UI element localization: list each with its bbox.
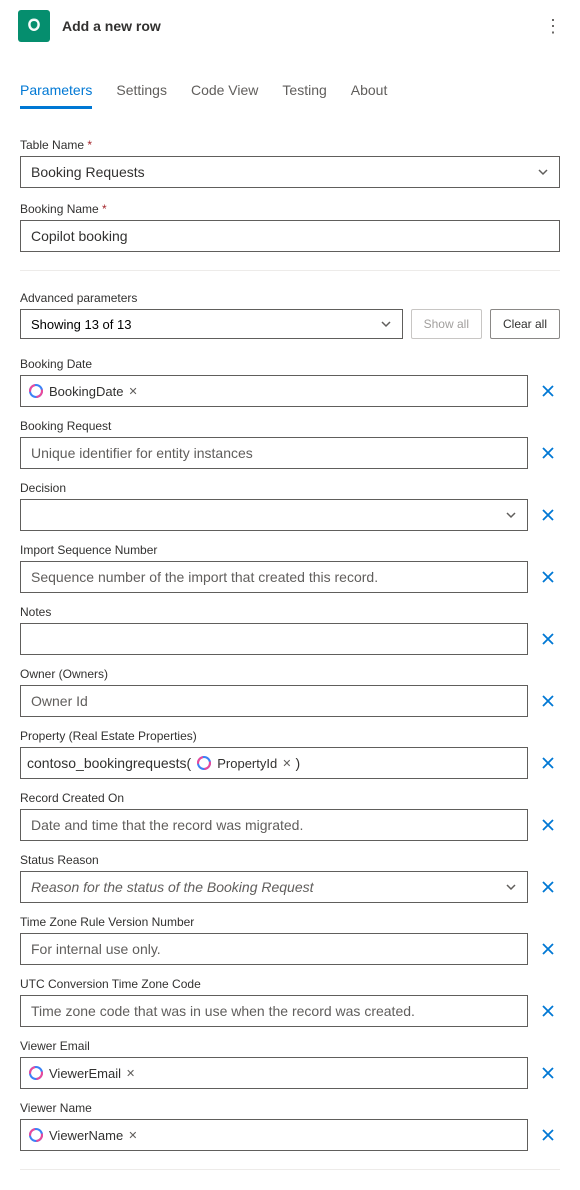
clear-all-button[interactable]: Clear all xyxy=(490,309,560,339)
param-import-seq: Import Sequence Number xyxy=(20,543,560,593)
record-created-input[interactable] xyxy=(20,809,528,841)
viewer-email-input[interactable]: ViewerEmail ✕ xyxy=(20,1057,528,1089)
copilot-token-icon xyxy=(195,754,213,772)
property-token[interactable]: PropertyId ✕ xyxy=(195,754,291,772)
utc-conv-label: UTC Conversion Time Zone Code xyxy=(20,977,560,991)
remove-param-icon[interactable] xyxy=(536,1123,560,1147)
divider xyxy=(20,270,560,271)
booking-date-label: Booking Date xyxy=(20,357,560,371)
booking-request-label: Booking Request xyxy=(20,419,560,433)
param-tz-rule: Time Zone Rule Version Number xyxy=(20,915,560,965)
advanced-left: Advanced parameters Showing 13 of 13 xyxy=(20,291,403,339)
booking-date-token-text: BookingDate xyxy=(49,384,123,399)
param-viewer-email: Viewer Email ViewerEmail ✕ xyxy=(20,1039,560,1089)
remove-param-icon[interactable] xyxy=(536,1061,560,1085)
remove-param-icon[interactable] xyxy=(536,379,560,403)
param-owner: Owner (Owners) xyxy=(20,667,560,717)
remove-param-icon[interactable] xyxy=(536,441,560,465)
dataverse-icon xyxy=(18,10,50,42)
show-all-button[interactable]: Show all xyxy=(411,309,482,339)
import-seq-label: Import Sequence Number xyxy=(20,543,560,557)
viewer-email-label: Viewer Email xyxy=(20,1039,560,1053)
tab-testing[interactable]: Testing xyxy=(282,76,326,109)
decision-label: Decision xyxy=(20,481,560,495)
copilot-token-icon xyxy=(27,382,45,400)
action-title: Add a new row xyxy=(62,18,161,34)
notes-input[interactable] xyxy=(20,623,528,655)
decision-select[interactable] xyxy=(20,499,528,531)
remove-param-icon[interactable] xyxy=(536,503,560,527)
advanced-title: Advanced parameters xyxy=(20,291,403,305)
property-input[interactable]: contoso_bookingrequests( PropertyId ✕ ) xyxy=(20,747,528,779)
remove-param-icon[interactable] xyxy=(536,565,560,589)
tz-rule-label: Time Zone Rule Version Number xyxy=(20,915,560,929)
param-decision: Decision xyxy=(20,481,560,531)
remove-param-icon[interactable] xyxy=(536,999,560,1023)
advanced-showing-select[interactable]: Showing 13 of 13 xyxy=(20,309,403,339)
tab-settings[interactable]: Settings xyxy=(116,76,167,109)
remove-param-icon[interactable] xyxy=(536,937,560,961)
action-header: Add a new row ⋮ xyxy=(0,0,580,52)
property-token-text: PropertyId xyxy=(217,756,277,771)
property-suffix: ) xyxy=(295,755,300,771)
viewer-name-token-text: ViewerName xyxy=(49,1128,123,1143)
more-menu-icon[interactable]: ⋮ xyxy=(544,16,562,37)
tab-parameters[interactable]: Parameters xyxy=(20,76,92,109)
tab-bar: Parameters Settings Code View Testing Ab… xyxy=(0,76,580,110)
import-seq-input[interactable] xyxy=(20,561,528,593)
owner-input[interactable] xyxy=(20,685,528,717)
panel-content: Table Name Booking Requests Booking Name… xyxy=(0,110,580,1170)
field-table-name: Table Name Booking Requests xyxy=(20,138,560,188)
param-utc-conv: UTC Conversion Time Zone Code xyxy=(20,977,560,1027)
remove-param-icon[interactable] xyxy=(536,627,560,651)
param-booking-date: Booking Date BookingDate ✕ xyxy=(20,357,560,407)
param-notes: Notes xyxy=(20,605,560,655)
status-reason-select[interactable]: Reason for the status of the Booking Req… xyxy=(20,871,528,903)
param-list: Booking Date BookingDate ✕ Booking Reque… xyxy=(20,357,560,1170)
divider-bottom xyxy=(20,1169,560,1170)
booking-request-input[interactable] xyxy=(20,437,528,469)
tz-rule-input[interactable] xyxy=(20,933,528,965)
tab-about[interactable]: About xyxy=(351,76,388,109)
utc-conv-input[interactable] xyxy=(20,995,528,1027)
notes-label: Notes xyxy=(20,605,560,619)
copilot-token-icon xyxy=(27,1064,45,1082)
booking-date-input[interactable]: BookingDate ✕ xyxy=(20,375,528,407)
copilot-token-icon xyxy=(27,1126,45,1144)
table-name-select[interactable]: Booking Requests xyxy=(20,156,560,188)
table-name-label: Table Name xyxy=(20,138,560,152)
viewer-email-token-text: ViewerEmail xyxy=(49,1066,121,1081)
remove-param-icon[interactable] xyxy=(536,689,560,713)
tab-code-view[interactable]: Code View xyxy=(191,76,258,109)
booking-date-token[interactable]: BookingDate ✕ xyxy=(27,382,138,400)
header-left: Add a new row xyxy=(18,10,161,42)
owner-label: Owner (Owners) xyxy=(20,667,560,681)
viewer-email-token[interactable]: ViewerEmail ✕ xyxy=(27,1064,135,1082)
property-prefix: contoso_bookingrequests( xyxy=(27,755,191,771)
param-property: Property (Real Estate Properties) contos… xyxy=(20,729,560,779)
booking-name-label: Booking Name xyxy=(20,202,560,216)
token-remove-icon[interactable]: ✕ xyxy=(128,385,137,398)
token-remove-icon[interactable]: ✕ xyxy=(128,1129,137,1142)
token-remove-icon[interactable]: ✕ xyxy=(282,757,291,770)
param-booking-request: Booking Request xyxy=(20,419,560,469)
advanced-header: Advanced parameters Showing 13 of 13 Sho… xyxy=(20,291,560,339)
viewer-name-input[interactable]: ViewerName ✕ xyxy=(20,1119,528,1151)
booking-name-input[interactable] xyxy=(20,220,560,252)
remove-param-icon[interactable] xyxy=(536,875,560,899)
status-reason-label: Status Reason xyxy=(20,853,560,867)
param-viewer-name: Viewer Name ViewerName ✕ xyxy=(20,1101,560,1151)
property-label: Property (Real Estate Properties) xyxy=(20,729,560,743)
remove-param-icon[interactable] xyxy=(536,751,560,775)
remove-param-icon[interactable] xyxy=(536,813,560,837)
viewer-name-label: Viewer Name xyxy=(20,1101,560,1115)
field-booking-name: Booking Name xyxy=(20,202,560,252)
record-created-label: Record Created On xyxy=(20,791,560,805)
viewer-name-token[interactable]: ViewerName ✕ xyxy=(27,1126,137,1144)
param-status-reason: Status Reason Reason for the status of t… xyxy=(20,853,560,903)
token-remove-icon[interactable]: ✕ xyxy=(126,1067,135,1080)
param-record-created: Record Created On xyxy=(20,791,560,841)
